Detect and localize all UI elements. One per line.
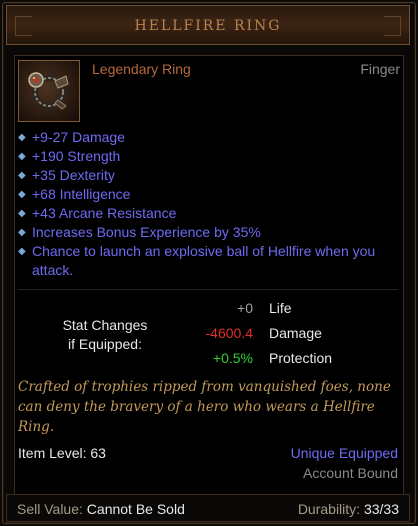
affix-item: ◆ Increases Bonus Experience by 35%: [18, 224, 261, 240]
item-level: Item Level: 63: [18, 445, 106, 461]
diamond-bullet-icon: ◆: [18, 189, 26, 200]
diamond-bullet-icon: ◆: [18, 227, 26, 238]
affix-item: ◆ Chance to launch an explosive ball of H…: [18, 243, 376, 278]
affix-item: ◆ +68 Intelligence: [18, 186, 131, 202]
affix-item: ◆ +9-27 Damage: [18, 129, 126, 145]
item-icon-frame: [18, 60, 80, 122]
affix-list: ◆ +9-27 Damage ◆ +190 Strength ◆ +35 Dexter…: [18, 128, 398, 280]
stat-change-life: +0 Life: [237, 300, 292, 316]
unique-equipped-label: Unique Equipped: [290, 445, 398, 461]
item-type: Legendary Ring: [92, 61, 191, 77]
diamond-bullet-icon: ◆: [18, 151, 26, 162]
stat-change-protection: +0.5% Protection: [212, 350, 333, 366]
ring-icon: [28, 72, 69, 110]
flavor-text: Crafted of trophies ripped from vanquish…: [18, 379, 391, 435]
stat-change-damage: -4600.4 Damage: [205, 325, 322, 341]
tooltip-footer: Sell Value: Cannot Be Sold Durability: 3…: [6, 494, 410, 522]
item-name: HELLFIRE RING: [134, 18, 282, 34]
durability: Durability: 33/33: [297, 501, 399, 517]
divider: [18, 289, 398, 290]
tooltip-header: HELLFIRE RING: [6, 5, 410, 45]
diamond-bullet-icon: ◆: [18, 170, 26, 181]
affix-item: ◆ +35 Dexterity: [18, 167, 115, 183]
diamond-bullet-icon: ◆: [18, 132, 26, 143]
stat-changes-label: Stat Changes if Equipped:: [62, 317, 148, 352]
affix-item: ◆ +43 Arcane Resistance: [18, 205, 177, 221]
diamond-bullet-icon: ◆: [18, 246, 26, 257]
account-bound-label: Account Bound: [303, 465, 398, 481]
item-slot: Finger: [360, 61, 400, 77]
affix-item: ◆ +190 Strength: [18, 148, 121, 164]
sell-value: Sell Value: Cannot Be Sold: [17, 501, 185, 517]
diamond-bullet-icon: ◆: [18, 208, 26, 219]
